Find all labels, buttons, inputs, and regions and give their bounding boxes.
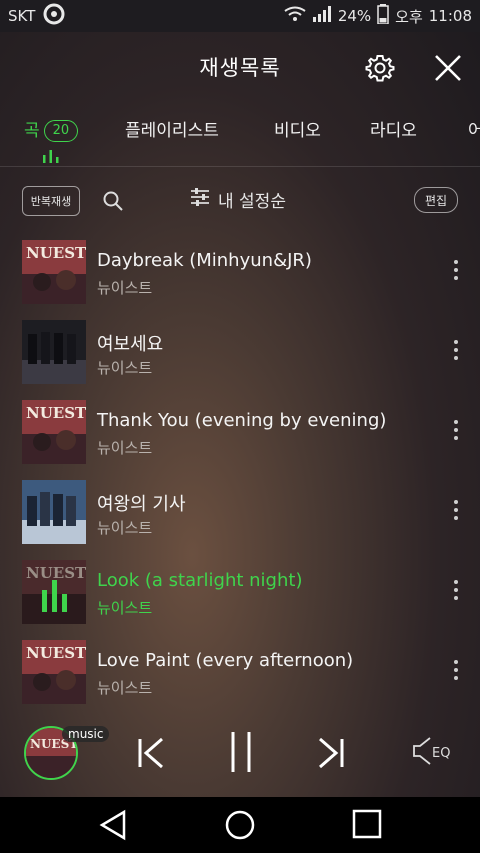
next-button[interactable] xyxy=(314,736,346,774)
song-artist: 뉴이스트 xyxy=(97,359,153,377)
song-title: 여왕의 기사 xyxy=(97,494,186,515)
home-button[interactable] xyxy=(224,809,256,845)
previous-button[interactable] xyxy=(136,736,168,774)
song-artist: 뉴이스트 xyxy=(97,679,153,697)
song-row[interactable]: 여보세요 뉴이스트 xyxy=(0,312,480,392)
song-artist: 뉴이스트 xyxy=(97,519,153,537)
signal-icon xyxy=(312,6,332,26)
status-bar: SKT 24% 오후 11:08 xyxy=(0,0,480,32)
song-row[interactable]: NUEST Love Paint (every afternoon) 뉴이스트 xyxy=(0,632,480,712)
album-cover: NUEST xyxy=(22,560,86,624)
album-cover: NUEST xyxy=(22,400,86,464)
tab-radio[interactable]: 라디오 xyxy=(370,116,417,141)
album-cover xyxy=(22,320,86,384)
pause-icon xyxy=(228,732,254,778)
repeat-button[interactable]: 반복재생 xyxy=(22,186,80,216)
song-artist: 뉴이스트 xyxy=(97,439,153,457)
repeat-label: 반복재생 xyxy=(30,195,72,208)
song-title: 여보세요 xyxy=(97,334,164,355)
settings-button[interactable] xyxy=(362,50,398,86)
svg-text:NUEST: NUEST xyxy=(26,404,86,422)
list-toolbar: 반복재생 내 설정순 편집 xyxy=(0,178,480,224)
song-row[interactable]: NUEST Thank You (evening by evening) 뉴이스… xyxy=(0,392,480,472)
clock-label: 11:08 xyxy=(428,7,472,25)
now-playing-eq-icon xyxy=(42,148,60,167)
more-options-button[interactable] xyxy=(446,420,466,446)
page-title: 재생목록 xyxy=(199,56,281,80)
eq-label: EQ xyxy=(432,745,451,761)
song-count-badge: 20 xyxy=(43,120,79,142)
music-tag: music xyxy=(62,726,110,742)
tab-songs[interactable]: 곡 20 xyxy=(24,116,79,142)
song-row-now-playing[interactable]: NUEST Look (a starlight night) 뉴이스트 xyxy=(0,552,480,632)
recents-square-icon xyxy=(352,809,382,843)
song-title: Look (a starlight night) xyxy=(97,570,303,591)
song-artist: 뉴이스트 xyxy=(97,279,153,297)
song-title: Thank You (evening by evening) xyxy=(97,410,387,431)
category-tabs: 곡 20 플레이리스트 비디오 라디오 어 xyxy=(0,104,480,167)
sort-button[interactable]: 내 설정순 xyxy=(190,187,286,212)
more-options-button[interactable] xyxy=(446,500,466,526)
more-options-button[interactable] xyxy=(446,340,466,366)
back-button[interactable] xyxy=(98,809,128,845)
album-cover xyxy=(22,480,86,544)
edit-label: 편집 xyxy=(424,193,448,208)
sort-label: 내 설정순 xyxy=(218,192,286,212)
tab-songs-label: 곡 xyxy=(24,121,40,141)
tab-videos[interactable]: 비디오 xyxy=(274,116,321,141)
song-row[interactable]: NUEST Daybreak (Minhyun&JR) 뉴이스트 xyxy=(0,232,480,312)
more-options-button[interactable] xyxy=(446,580,466,606)
close-button[interactable] xyxy=(430,50,466,86)
equalizer-button[interactable]: EQ xyxy=(412,736,450,770)
song-title: Daybreak (Minhyun&JR) xyxy=(97,250,312,271)
song-title: Love Paint (every afternoon) xyxy=(97,650,354,671)
wifi-icon xyxy=(284,6,306,26)
gear-icon xyxy=(362,55,398,90)
edit-button[interactable]: 편집 xyxy=(414,187,458,213)
tab-more[interactable]: 어 xyxy=(468,116,480,141)
more-options-button[interactable] xyxy=(446,660,466,686)
home-circle-icon xyxy=(224,810,256,845)
skip-next-icon xyxy=(314,737,346,774)
playlist-header: 재생목록 xyxy=(0,32,480,102)
sliders-icon xyxy=(190,187,210,212)
app-notification-icon xyxy=(43,3,65,29)
search-button[interactable] xyxy=(102,190,124,216)
svg-text:NUEST: NUEST xyxy=(26,244,86,262)
song-list: NUEST Daybreak (Minhyun&JR) 뉴이스트 여보세요 뉴이… xyxy=(0,232,480,712)
song-artist: 뉴이스트 xyxy=(97,599,153,617)
speaker-icon xyxy=(412,736,432,770)
back-triangle-icon xyxy=(98,809,128,845)
mini-player: NUEST music EQ xyxy=(0,712,480,796)
album-cover: NUEST xyxy=(22,240,86,304)
album-cover: NUEST xyxy=(22,640,86,704)
pause-button[interactable] xyxy=(228,730,254,778)
svg-text:NUEST: NUEST xyxy=(26,644,86,662)
tab-playlists[interactable]: 플레이리스트 xyxy=(125,116,219,141)
search-icon xyxy=(102,191,124,216)
song-row[interactable]: 여왕의 기사 뉴이스트 xyxy=(0,472,480,552)
battery-label: 24% xyxy=(337,7,372,25)
recents-button[interactable] xyxy=(352,809,382,843)
more-options-button[interactable] xyxy=(446,260,466,286)
skip-previous-icon xyxy=(136,737,168,774)
svg-text:NUEST: NUEST xyxy=(26,564,86,582)
carrier-label: SKT xyxy=(8,7,36,25)
battery-icon xyxy=(377,4,389,28)
ampm-label: 오후 xyxy=(395,7,423,26)
system-nav-bar xyxy=(0,797,480,853)
close-icon xyxy=(430,55,466,90)
